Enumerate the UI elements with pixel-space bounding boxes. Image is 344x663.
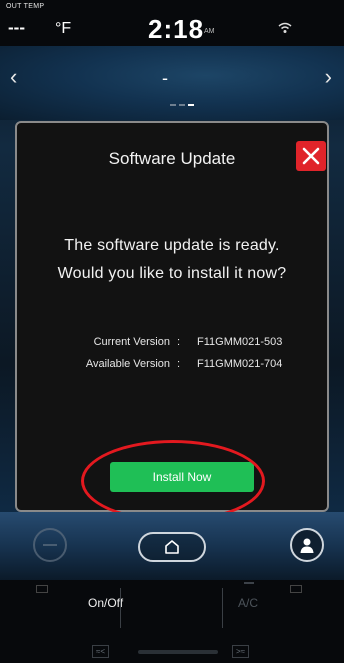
left-seat-tag: [36, 585, 48, 593]
status-bar: OUT TEMP --- °F 2:18 AM: [0, 0, 344, 46]
page-indicator: [170, 104, 194, 106]
outside-temp-label: OUT TEMP: [6, 3, 45, 10]
apps-button[interactable]: [33, 528, 67, 562]
fan-up-button[interactable]: >≈: [232, 645, 250, 658]
current-version-value: F11GMM021-503: [197, 336, 283, 348]
clock-ampm: AM: [204, 28, 215, 35]
page-dot-active: [188, 104, 194, 106]
temp-unit: °F: [55, 20, 72, 37]
back-arrow-icon[interactable]: ‹: [10, 66, 17, 88]
infotainment-screen: OUT TEMP --- °F 2:18 AM ‹ - › Software U…: [0, 0, 344, 663]
clock: 2:18: [148, 14, 205, 44]
page-dot: [179, 104, 185, 106]
outside-temp-value: ---: [8, 18, 25, 37]
separator: :: [177, 358, 181, 370]
dash-icon: [43, 544, 57, 546]
profile-icon: [300, 538, 314, 553]
available-version-label: Available Version: [85, 358, 170, 370]
fan-speed-bar[interactable]: [138, 650, 218, 654]
close-button[interactable]: [296, 141, 326, 171]
separator: :: [177, 336, 181, 348]
highlight-annotation: [81, 440, 265, 522]
close-icon: [302, 147, 320, 165]
header-title: -: [162, 68, 168, 88]
forward-arrow-icon[interactable]: ›: [325, 66, 332, 88]
header-band: ‹ - ›: [0, 46, 344, 120]
bottom-nav: [0, 512, 344, 580]
climate-onoff-button[interactable]: On/Off: [88, 596, 123, 610]
dialog-title: Software Update: [108, 149, 236, 168]
home-icon: [165, 540, 179, 554]
wifi-icon: [278, 22, 292, 33]
divider: [222, 588, 223, 628]
right-seat-tag: [290, 585, 302, 593]
available-version-value: F11GMM021-704: [197, 358, 283, 370]
climate-bar: On/Off A/C ≈< >≈: [0, 580, 344, 663]
ac-indicator: [244, 582, 254, 584]
message-line-2: Would you like to install it now?: [57, 265, 287, 282]
message-line-1: The software update is ready.: [64, 237, 280, 254]
profile-button[interactable]: [290, 528, 324, 562]
fan-down-button[interactable]: ≈<: [92, 645, 110, 658]
current-version-label: Current Version: [93, 336, 170, 348]
page-dot: [170, 104, 176, 106]
ac-button[interactable]: A/C: [238, 596, 258, 610]
home-button[interactable]: [138, 532, 206, 562]
divider: [120, 588, 121, 628]
